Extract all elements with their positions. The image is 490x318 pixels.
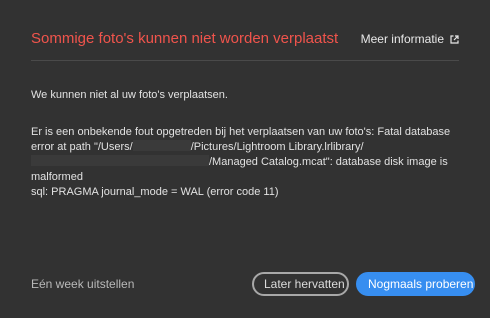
more-info-link[interactable]: Meer informatie bbox=[361, 31, 459, 47]
intro-message: We kunnen niet al uw foto's verplaatsen. bbox=[31, 89, 228, 101]
external-link-icon bbox=[450, 35, 459, 44]
error-details: Er is een onbekende fout opgetreden bij … bbox=[31, 125, 476, 200]
header-divider bbox=[31, 60, 459, 61]
error-line-2-start: error at path "/Users/ bbox=[31, 141, 133, 153]
error-line-2: error at path "/Users/ /Pictures/Lightroo… bbox=[31, 140, 476, 155]
error-line-4: malformed bbox=[31, 171, 83, 183]
error-line-2-end: /Pictures/Lightroom Library.lrlibrary/ bbox=[190, 141, 364, 153]
error-dialog: Sommige foto's kunnen niet worden verpla… bbox=[0, 0, 490, 318]
more-info-label: Meer informatie bbox=[360, 32, 444, 46]
dialog-header: Sommige foto's kunnen niet worden verpla… bbox=[31, 29, 459, 49]
error-line-3: /Managed Catalog.mcat": database disk im… bbox=[31, 155, 476, 170]
resume-later-button[interactable]: Later hervatten bbox=[252, 272, 349, 296]
error-line-3-end: /Managed Catalog.mcat": database disk im… bbox=[209, 156, 448, 168]
error-line-5: sql: PRAGMA journal_mode = WAL (error co… bbox=[31, 186, 279, 198]
dialog-footer: Eén week uitstellen Later hervatten Nogm… bbox=[31, 272, 476, 296]
redacted-username bbox=[132, 140, 191, 151]
redacted-path bbox=[31, 155, 209, 166]
postpone-week-button[interactable]: Eén week uitstellen bbox=[31, 277, 134, 291]
retry-button[interactable]: Nogmaals proberen bbox=[356, 272, 475, 296]
error-line-1: Er is een onbekende fout opgetreden bij … bbox=[31, 126, 451, 138]
dialog-title: Sommige foto's kunnen niet worden verpla… bbox=[31, 30, 339, 47]
